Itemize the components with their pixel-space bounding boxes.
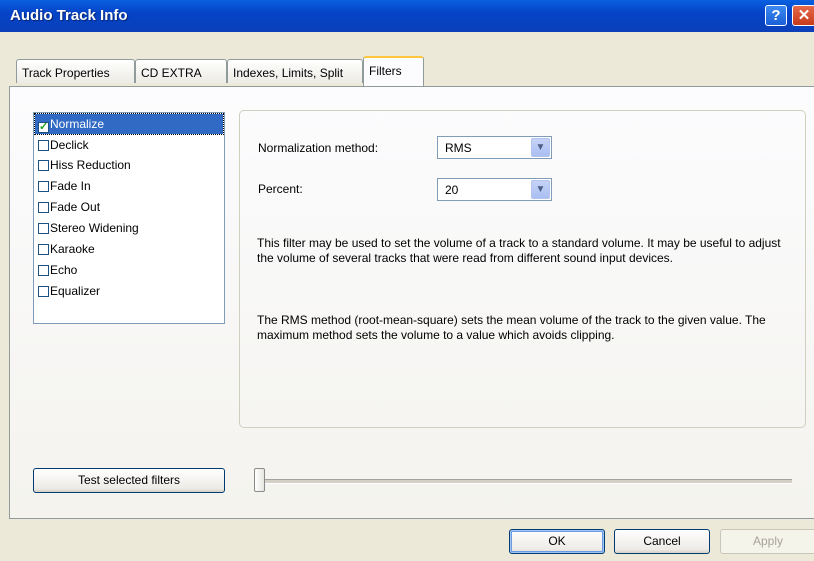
- description-paragraph-1: This filter may be used to set the volum…: [257, 236, 781, 265]
- slider-thumb[interactable]: [254, 468, 265, 492]
- chevron-down-icon[interactable]: ▼: [531, 138, 550, 157]
- chevron-down-icon[interactable]: ▼: [531, 180, 550, 199]
- filter-item-normalize[interactable]: ✓ Normalize: [34, 113, 224, 135]
- filter-item-declick[interactable]: Declick: [35, 135, 223, 155]
- checkbox-icon[interactable]: [38, 265, 49, 276]
- filter-item-echo[interactable]: Echo: [35, 260, 223, 280]
- tab-filters[interactable]: Filters: [363, 56, 424, 86]
- filter-item-fade-in[interactable]: Fade In: [35, 176, 223, 196]
- filter-list[interactable]: ✓ Normalize Declick Hiss Reduction Fade I…: [33, 112, 225, 324]
- tab-track-properties[interactable]: Track Properties: [16, 59, 135, 83]
- checkbox-icon[interactable]: [38, 223, 49, 234]
- checkbox-icon[interactable]: [38, 244, 49, 255]
- checkbox-icon[interactable]: [38, 160, 49, 171]
- close-button[interactable]: ✕: [792, 5, 814, 26]
- tab-cd-extra[interactable]: CD EXTRA: [135, 59, 227, 83]
- percent-label: Percent:: [258, 182, 303, 196]
- tab-indexes-limits-split[interactable]: Indexes, Limits, Split: [227, 59, 363, 83]
- checkbox-icon[interactable]: ✓: [38, 122, 49, 133]
- window-title: Audio Track Info: [10, 7, 128, 24]
- slider-track[interactable]: [264, 479, 792, 484]
- help-button[interactable]: ?: [765, 5, 787, 26]
- method-select[interactable]: RMS ▼: [437, 136, 552, 159]
- checkbox-icon[interactable]: [38, 286, 49, 297]
- checkbox-icon[interactable]: [38, 181, 49, 192]
- cancel-button[interactable]: Cancel: [614, 529, 710, 554]
- filter-item-karaoke[interactable]: Karaoke: [35, 239, 223, 259]
- ok-button[interactable]: OK: [509, 529, 605, 554]
- percent-select[interactable]: 20 ▼: [437, 178, 552, 201]
- description-paragraph-2: The RMS method (root-mean-square) sets t…: [257, 313, 766, 342]
- checkbox-icon[interactable]: [38, 202, 49, 213]
- checkbox-icon[interactable]: [38, 140, 49, 151]
- filter-item-equalizer[interactable]: Equalizer: [35, 281, 223, 301]
- tab-bar: Track Properties CD EXTRA Indexes, Limit…: [0, 56, 814, 86]
- test-filters-button[interactable]: Test selected filters: [33, 468, 225, 493]
- apply-button: Apply: [720, 529, 814, 554]
- title-bar: Audio Track Info ? ✕: [0, 0, 814, 32]
- filter-item-stereo-widening[interactable]: Stereo Widening: [35, 218, 223, 238]
- filter-item-fade-out[interactable]: Fade Out: [35, 197, 223, 217]
- filter-item-hiss-reduction[interactable]: Hiss Reduction: [35, 155, 223, 175]
- method-label: Normalization method:: [258, 141, 379, 155]
